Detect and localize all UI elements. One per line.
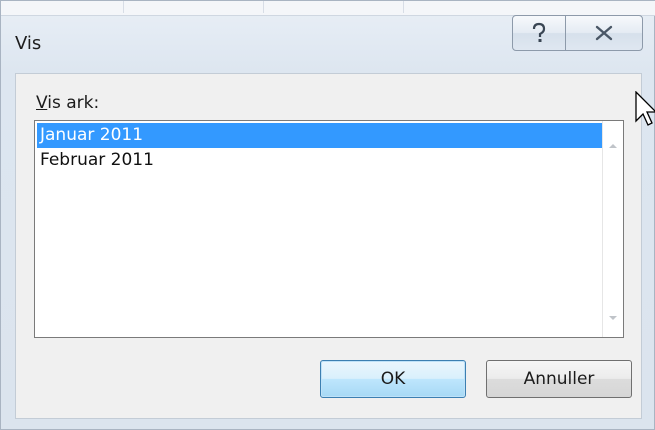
help-icon [532,22,546,42]
cancel-button[interactable]: Annuller [486,360,632,398]
sheet-list: Januar 2011 Februar 2011 [37,123,603,173]
help-button[interactable] [512,15,566,51]
dialog-window: Vis Vis ark: Januar 2011 Februar 2011 OK… [0,0,655,430]
dialog-client-area: Vis ark: Januar 2011 Februar 2011 OK Ann… [15,73,642,419]
list-item[interactable]: Februar 2011 [37,148,603,173]
column-divider [403,1,404,13]
close-icon [595,25,613,41]
sheet-listbox[interactable]: Januar 2011 Februar 2011 [34,120,624,338]
label-mnemonic: V [36,93,48,113]
column-divider [123,1,124,13]
label-text: is ark: [47,93,100,113]
list-item[interactable]: Januar 2011 [37,123,603,148]
scroll-up-button[interactable] [603,135,623,157]
ok-button[interactable]: OK [320,360,466,398]
scroll-down-arrow-icon [609,316,617,320]
scroll-up-arrow-icon [609,144,617,148]
sheet-list-label: Vis ark: [36,93,99,113]
scroll-down-button[interactable] [603,307,623,329]
vertical-scrollbar[interactable] [602,121,623,337]
mouse-cursor-icon [635,91,655,135]
background-window-edge [1,1,655,16]
column-divider [263,1,264,13]
dialog-title: Vis [15,33,42,54]
close-button[interactable] [565,15,643,51]
